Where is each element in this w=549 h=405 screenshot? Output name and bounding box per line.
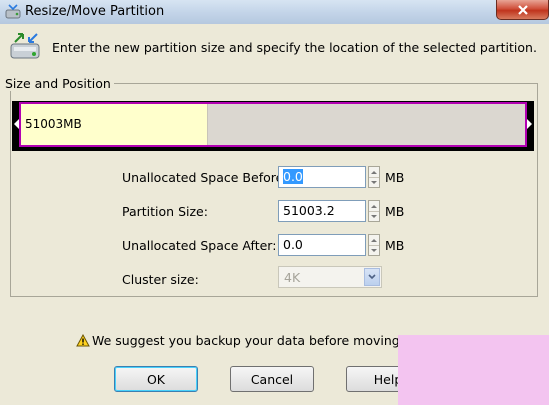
before-field[interactable]: 0.0	[278, 166, 366, 188]
before-down-button[interactable]	[369, 177, 379, 187]
warning-text: We suggest you backup your data before m…	[92, 333, 434, 348]
group-title: Size and Position	[2, 76, 114, 91]
ok-label: OK	[146, 371, 166, 387]
partition-size-label: 51003MB	[25, 117, 82, 131]
close-button[interactable]	[496, 0, 549, 20]
right-resize-handle[interactable]	[527, 119, 532, 129]
warning-icon	[76, 334, 90, 347]
after-down-button[interactable]	[369, 245, 379, 255]
cancel-button[interactable]: Cancel	[230, 366, 314, 392]
dropdown-button[interactable]	[364, 268, 380, 286]
cluster-size-select[interactable]: 4K	[278, 266, 382, 288]
partition-tool-icon	[5, 4, 21, 19]
used-space: 51003MB	[21, 104, 209, 145]
backup-warning: We suggest you backup your data before m…	[76, 333, 433, 348]
after-label: Unallocated Space After:	[122, 238, 277, 253]
overlay-patch	[398, 335, 549, 405]
after-spinner[interactable]	[368, 234, 380, 256]
size-label: Partition Size:	[122, 204, 208, 219]
close-icon	[517, 4, 528, 15]
drive-resize-icon	[10, 33, 40, 59]
size-field[interactable]: 51003.2	[278, 200, 366, 222]
chevron-down-icon	[368, 274, 376, 280]
size-unit: MB	[385, 204, 405, 219]
cancel-label: Cancel	[250, 371, 294, 387]
cluster-label: Cluster size:	[122, 272, 199, 287]
partition-block[interactable]: 51003MB	[19, 102, 527, 147]
after-unit: MB	[385, 238, 405, 253]
before-spinner[interactable]	[368, 166, 380, 188]
size-down-button[interactable]	[369, 211, 379, 221]
title-bar: Resize/Move Partition	[0, 0, 549, 24]
before-label: Unallocated Space Before:	[122, 170, 288, 185]
window-title: Resize/Move Partition	[25, 4, 165, 19]
after-value: 0.0	[283, 237, 303, 252]
size-value: 51003.2	[283, 203, 335, 218]
ok-button[interactable]: OK	[114, 366, 198, 392]
after-field[interactable]: 0.0	[278, 234, 366, 256]
instruction-text: Enter the new partition size and specify…	[52, 40, 537, 55]
partition-bar[interactable]: 51003MB	[12, 101, 534, 151]
before-value: 0.0	[283, 169, 303, 184]
cluster-size-value: 4K	[284, 270, 301, 285]
before-unit: MB	[385, 170, 405, 185]
size-spinner[interactable]	[368, 200, 380, 222]
